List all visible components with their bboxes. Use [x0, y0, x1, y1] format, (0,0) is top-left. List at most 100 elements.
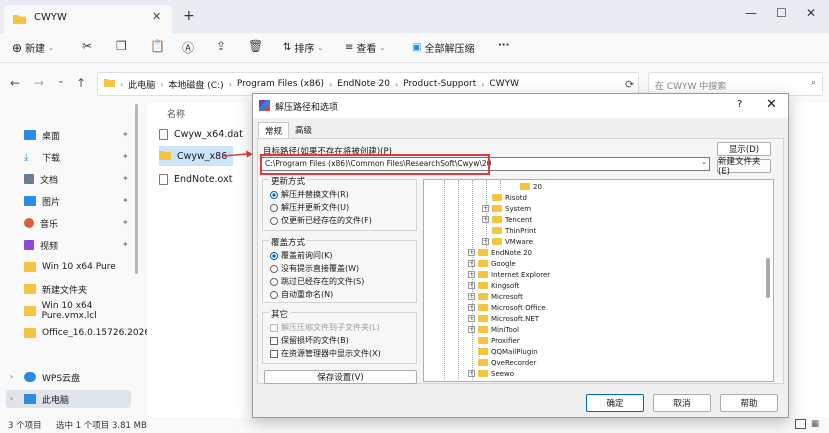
tree-item[interactable]: + Internet Explorer — [468, 269, 550, 280]
maximize-icon[interactable]: ☐ — [776, 6, 787, 20]
column-header-name[interactable]: 名称 — [167, 107, 185, 120]
radio-overwrite[interactable]: 没有提示直接覆盖(W) — [270, 263, 359, 274]
expand-icon[interactable]: + — [468, 249, 475, 256]
file-row[interactable]: EndNote.oxt — [159, 169, 232, 189]
breadcrumb-item[interactable]: 本地磁盘 (C:) — [168, 78, 223, 91]
pin-icon[interactable]: ✦ — [122, 152, 129, 161]
extract-all-button[interactable]: ▣ 全部解压缩 — [412, 40, 474, 55]
back-icon[interactable]: ← — [10, 76, 20, 90]
breadcrumb-item[interactable]: CWYW — [489, 79, 519, 89]
tree-item[interactable]: Risotd — [482, 192, 527, 203]
view-button[interactable]: ≡ 查看 ⌄ — [345, 40, 385, 55]
sidebar-item-folder[interactable]: Office_16.0.15726.2026 — [24, 324, 150, 342]
pin-icon[interactable]: ✦ — [122, 130, 129, 139]
tree-item[interactable]: + EndNote 20 — [468, 247, 532, 258]
tree-item[interactable]: + MiniTool — [468, 324, 519, 335]
tree-item[interactable]: + Microsoft — [468, 291, 523, 302]
show-button[interactable]: 显示(D) — [717, 142, 771, 156]
refresh-icon[interactable]: ⟳ — [625, 78, 634, 91]
expand-icon[interactable]: + — [468, 293, 475, 300]
ok-button[interactable]: 确定 — [586, 394, 644, 412]
expand-icon[interactable]: + — [482, 216, 489, 223]
close-window-icon[interactable]: ✕ — [806, 6, 816, 20]
tree-item[interactable]: QveRecorder — [468, 357, 536, 368]
details-view-icon[interactable] — [795, 419, 806, 429]
expand-icon[interactable]: + — [468, 271, 475, 278]
chevron-down-icon[interactable]: ⌄ — [701, 158, 707, 166]
radio-ask[interactable]: 覆盖前询问(K) — [270, 250, 333, 261]
close-icon[interactable]: ✕ — [766, 97, 777, 112]
checkbox-subfolder[interactable]: 解压压缩文件到子文件夹(L) — [270, 322, 380, 333]
save-settings-button[interactable]: 保存设置(V) — [264, 370, 417, 384]
expand-icon[interactable]: + — [468, 282, 475, 289]
tree-item[interactable]: + Tencent — [482, 214, 532, 225]
delete-icon[interactable]: 🗑 — [248, 39, 263, 53]
sidebar-item-this-pc[interactable]: 此电脑 — [24, 390, 69, 408]
chevron-right-icon[interactable]: › — [10, 372, 13, 381]
new-folder-button[interactable]: 新建文件夹(E) — [717, 157, 771, 177]
sidebar-scrollbar[interactable] — [135, 104, 138, 274]
pin-icon[interactable]: ✦ — [122, 196, 129, 205]
help-icon[interactable]: ? — [737, 99, 742, 110]
breadcrumb-item[interactable]: Program Files (x86) — [237, 79, 324, 89]
tree-item[interactable]: + Google — [468, 258, 516, 269]
tree-item[interactable]: + Microsoft.NET — [468, 313, 539, 324]
up-icon[interactable]: ↑ — [76, 76, 86, 90]
breadcrumb-item[interactable]: EndNote 20 — [337, 79, 390, 89]
radio-replace[interactable]: 解压并替换文件(R) — [270, 189, 349, 200]
sidebar-item-folder[interactable]: Win 10 x64 Pure.vmx.lcl — [24, 301, 147, 321]
close-tab-icon[interactable]: ✕ — [152, 10, 161, 23]
checkbox-show-in-explorer[interactable]: 在资源管理器中显示文件(X) — [270, 348, 381, 359]
forward-icon[interactable]: → — [34, 76, 44, 90]
tree-item[interactable]: 20 — [510, 181, 542, 192]
tree-item[interactable]: + Microsoft Office — [468, 302, 546, 313]
expand-icon[interactable]: + — [468, 370, 475, 377]
minimize-icon[interactable]: — — [745, 6, 757, 20]
pin-icon[interactable]: ✦ — [122, 174, 129, 183]
folder-tree[interactable]: 20 Risotd + System + Tencent ThinPrint + VMware +… — [423, 179, 774, 382]
expand-icon[interactable]: + — [468, 315, 475, 322]
tree-item[interactable]: ThinPrint — [482, 225, 536, 236]
tab-cwyw[interactable]: CWYW ✕ — [4, 5, 172, 33]
radio-freshen[interactable]: 仅更新已经存在的文件(F) — [270, 215, 372, 226]
tree-item[interactable]: + System — [482, 203, 531, 214]
breadcrumb-item[interactable]: Product-Support — [403, 79, 476, 89]
tiles-view-icon[interactable]: ▦ — [811, 419, 821, 429]
sidebar-item-downloads[interactable]: ⤓ 下载 — [24, 148, 60, 166]
tree-item[interactable]: + VMware — [482, 236, 533, 247]
pin-icon[interactable]: ✦ — [122, 240, 129, 249]
sidebar-item-documents[interactable]: 文档 — [24, 170, 58, 188]
radio-rename[interactable]: 自动重命名(N) — [270, 289, 333, 300]
expand-icon[interactable]: + — [482, 238, 489, 245]
tree-item[interactable]: + Seewo — [468, 368, 514, 379]
sidebar-item-desktop[interactable]: 桌面 — [24, 126, 60, 144]
tree-item[interactable]: + Kingsoft — [468, 280, 519, 291]
radio-update[interactable]: 解压并更新文件(U) — [270, 202, 349, 213]
pin-icon[interactable]: ✦ — [122, 218, 129, 227]
breadcrumb-item[interactable]: 此电脑 — [128, 78, 155, 91]
sort-button[interactable]: ⇅ 排序 ⌄ — [283, 40, 323, 55]
share-icon[interactable]: ⇪ — [216, 39, 226, 53]
tree-scrollbar[interactable] — [766, 258, 770, 298]
file-row[interactable]: Cwyw_x64.dat — [159, 124, 243, 144]
tree-item[interactable]: QQMailPlugin — [468, 346, 538, 357]
sidebar-item-folder[interactable]: 新建文件夹 — [24, 280, 87, 298]
cancel-button[interactable]: 取消 — [653, 394, 711, 412]
sidebar-item-videos[interactable]: 视频 — [24, 236, 58, 254]
new-button[interactable]: ⊕ 新建 ⌄ — [12, 40, 54, 56]
sidebar-item-wps-cloud[interactable]: WPS云盘 — [24, 368, 80, 386]
radio-skip[interactable]: 跳过已经存在的文件(S) — [270, 276, 364, 287]
expand-icon[interactable]: + — [468, 304, 475, 311]
chevron-right-icon[interactable]: › — [10, 394, 13, 403]
sidebar-item-pictures[interactable]: 图片 — [24, 192, 60, 210]
expand-icon[interactable]: + — [468, 260, 475, 267]
help-button[interactable]: 帮助 — [720, 394, 778, 412]
recent-icon[interactable]: ⌄ — [57, 76, 65, 86]
tab-advanced[interactable]: 高级 — [289, 122, 318, 139]
tree-item[interactable]: Proxifier — [468, 335, 520, 346]
more-button[interactable]: ··· — [498, 40, 509, 51]
sidebar-item-folder[interactable]: Win 10 x64 Pure — [24, 258, 116, 276]
new-tab-icon[interactable]: + — [183, 8, 195, 24]
expand-icon[interactable]: + — [468, 326, 475, 333]
checkbox-keep-broken[interactable]: 保留损坏的文件(B) — [270, 335, 349, 346]
